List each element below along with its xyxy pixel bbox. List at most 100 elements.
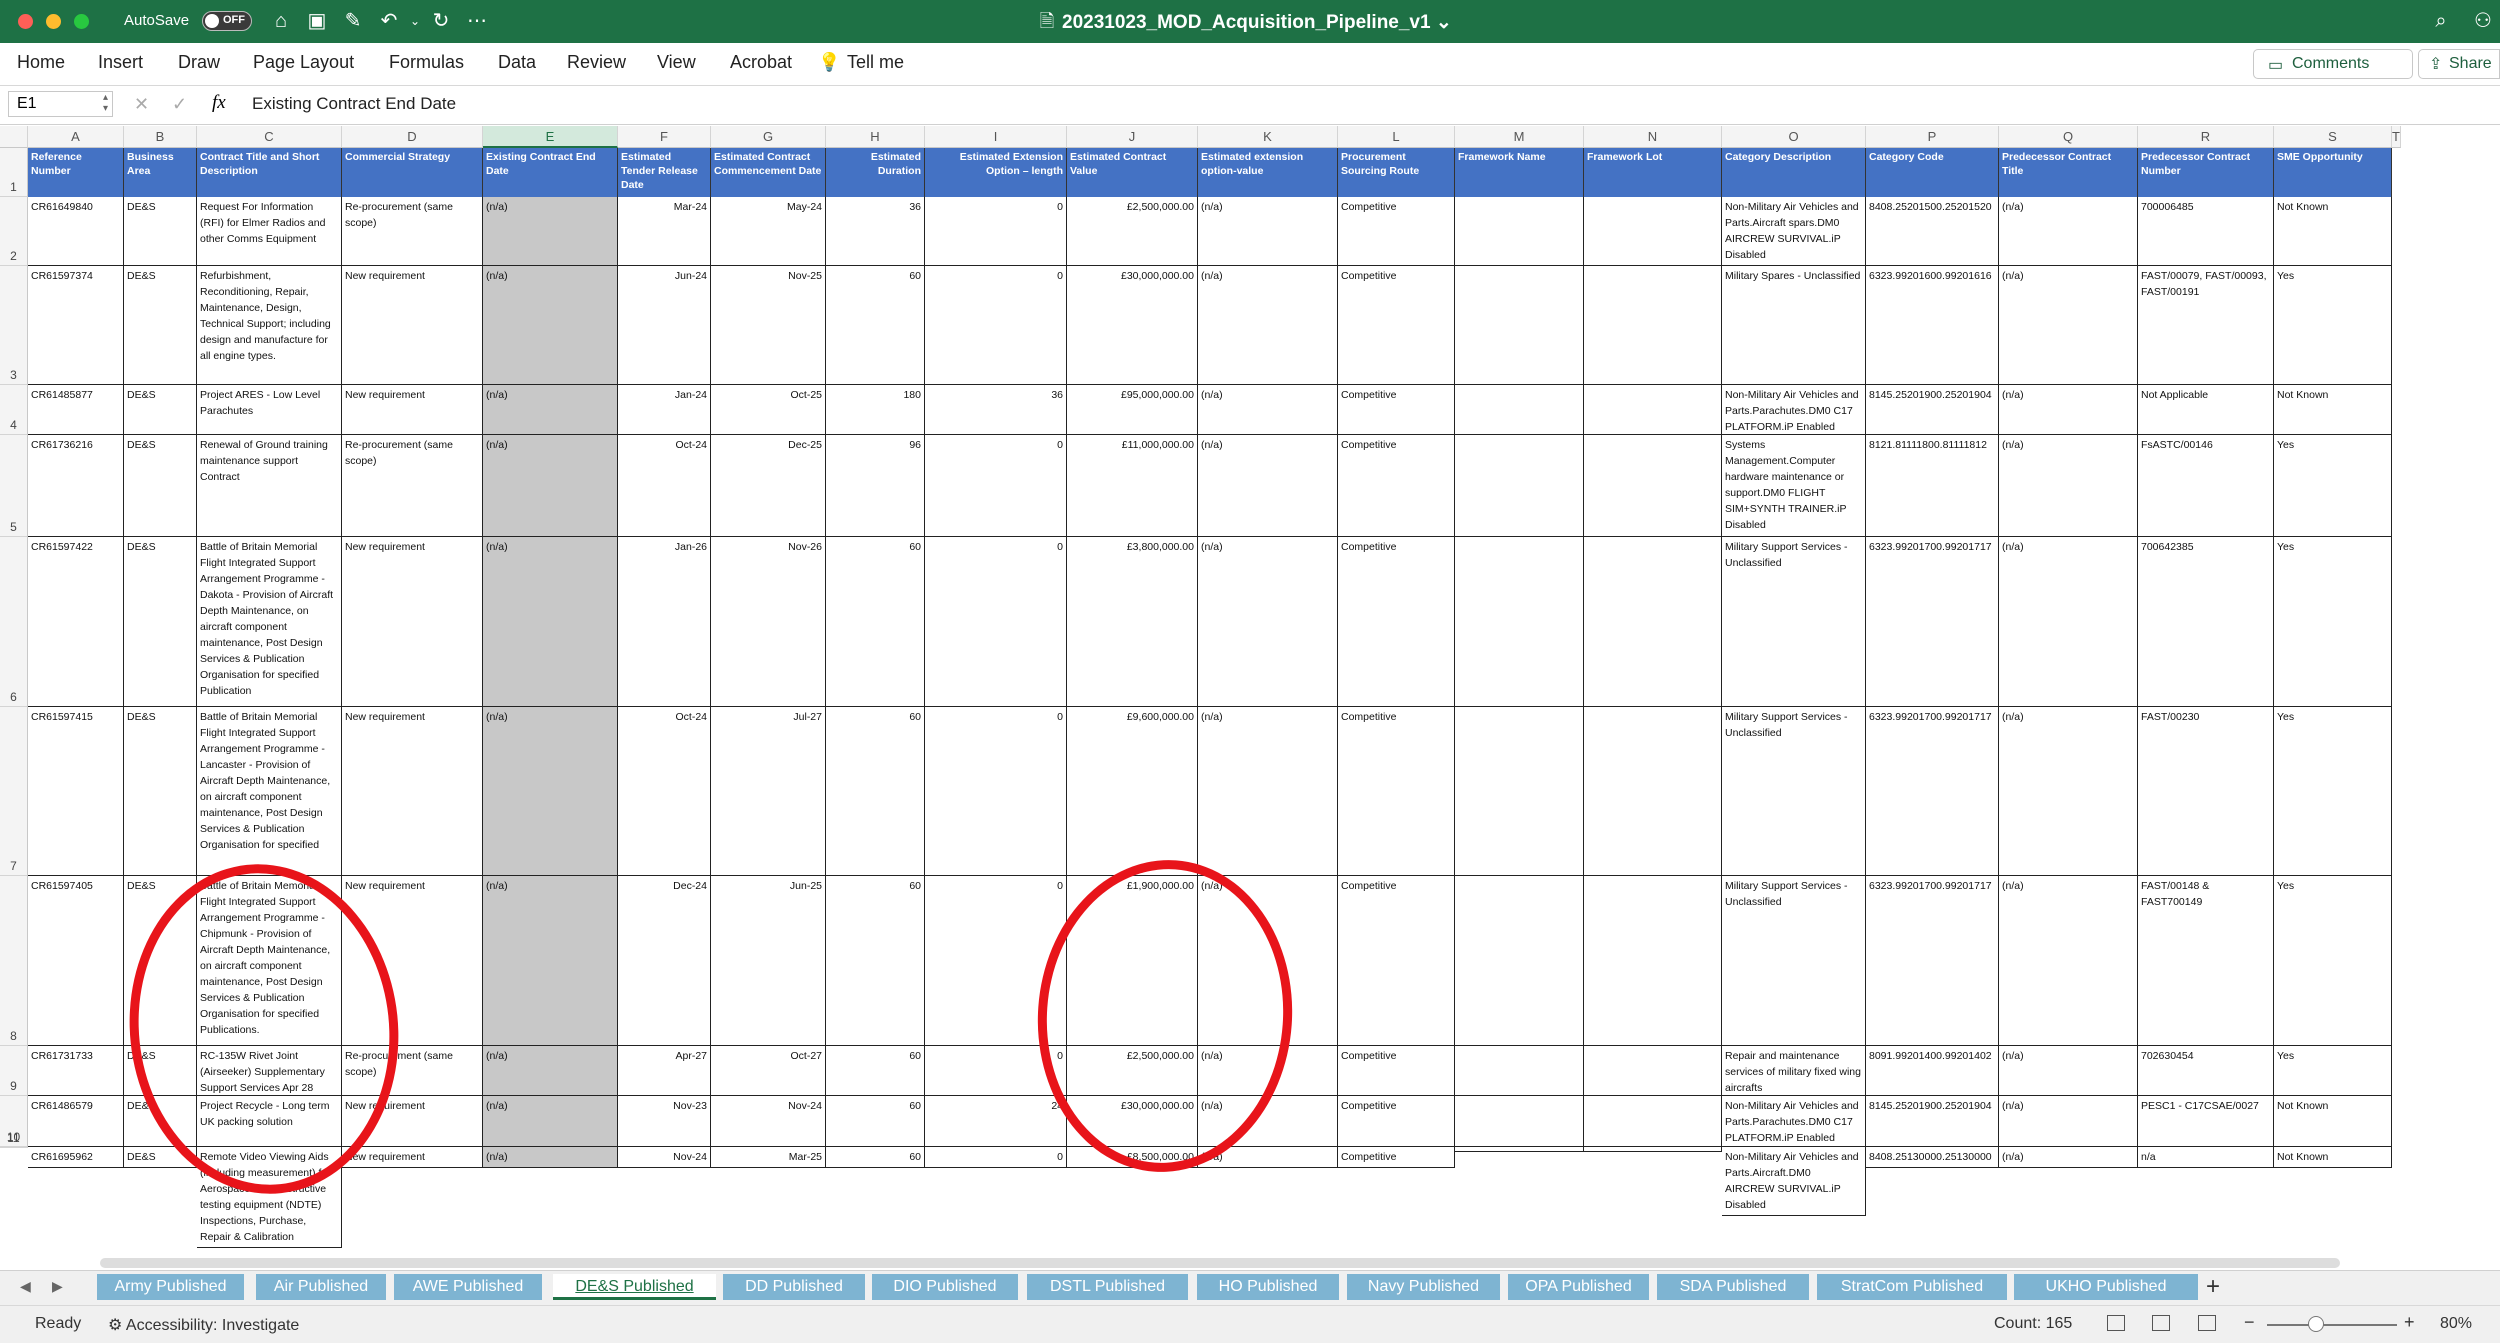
table-cell[interactable]: Yes — [2274, 266, 2392, 385]
table-cell[interactable] — [1455, 197, 1584, 266]
table-cell[interactable]: £1,900,000.00 — [1067, 876, 1198, 1046]
table-cell[interactable] — [1455, 537, 1584, 707]
table-cell[interactable]: 8091.99201400.99201402 — [1866, 1046, 1999, 1096]
row-header-11[interactable]: 11 — [0, 1131, 28, 1148]
table-cell[interactable]: 700006485 — [2138, 197, 2274, 266]
table-cell[interactable]: Competitive — [1338, 266, 1455, 385]
table-cell[interactable]: (n/a) — [1198, 707, 1338, 876]
table-cell[interactable]: Competitive — [1338, 1046, 1455, 1096]
zoom-in-button[interactable]: + — [2404, 1312, 2415, 1333]
header-cell[interactable]: Estimated extension option-value — [1198, 148, 1338, 197]
table-cell[interactable]: Not Known — [2274, 385, 2392, 435]
table-cell[interactable]: 6323.99201700.99201717 — [1866, 707, 1999, 876]
table-cell[interactable]: (n/a) — [1198, 1096, 1338, 1147]
table-cell[interactable]: Jan-24 — [618, 385, 711, 435]
table-cell[interactable] — [1455, 266, 1584, 385]
table-cell[interactable]: Military Support Services - Unclassified — [1722, 707, 1866, 876]
table-cell[interactable]: (n/a) — [483, 707, 618, 876]
comments-button[interactable]: ▭ Comments — [2253, 49, 2413, 79]
name-box-stepper-icon[interactable]: ▴ ▾ — [103, 92, 108, 114]
table-cell[interactable]: Dec-24 — [618, 876, 711, 1046]
table-cell[interactable]: New requirement — [342, 537, 483, 707]
header-cell[interactable]: Framework Lot — [1584, 148, 1722, 197]
spreadsheet-grid[interactable]: A B C D E F G H I J K L M N O P Q R S T 1 2 3 4 5 6 7 8 9 10 11 Referen… — [0, 126, 2500, 1256]
header-cell[interactable]: Commercial Strategy — [342, 148, 483, 197]
table-cell[interactable]: (n/a) — [1198, 266, 1338, 385]
table-cell[interactable]: New requirement — [342, 707, 483, 876]
minimize-window-button[interactable] — [46, 14, 61, 29]
table-cell[interactable]: Jul-27 — [711, 707, 826, 876]
table-cell[interactable]: 0 — [925, 1046, 1067, 1096]
table-cell[interactable] — [1455, 435, 1584, 537]
accessibility-status[interactable]: ⚙ Accessibility: Investigate — [108, 1315, 299, 1335]
table-cell[interactable] — [1584, 197, 1722, 266]
table-cell[interactable]: (n/a) — [1198, 435, 1338, 537]
redo-icon[interactable]: ↻ — [428, 8, 454, 34]
table-cell[interactable]: (n/a) — [1999, 197, 2138, 266]
table-cell[interactable]: (n/a) — [1198, 1147, 1338, 1168]
table-cell[interactable]: New requirement — [342, 385, 483, 435]
add-sheet-button[interactable]: + — [2206, 1273, 2220, 1301]
table-cell[interactable]: Not Known — [2274, 1147, 2392, 1168]
table-cell[interactable]: (n/a) — [1198, 197, 1338, 266]
table-cell[interactable]: New requirement — [342, 1096, 483, 1147]
table-cell[interactable]: £2,500,000.00 — [1067, 1046, 1198, 1096]
horizontal-scrollbar[interactable] — [100, 1258, 2340, 1268]
table-cell[interactable] — [1455, 1147, 1584, 1152]
table-cell[interactable] — [1455, 1096, 1584, 1147]
normal-view-icon[interactable] — [2107, 1315, 2125, 1331]
table-cell[interactable]: (n/a) — [1999, 876, 2138, 1046]
table-cell[interactable]: Battle of Britain Memorial Flight Integr… — [197, 707, 342, 876]
column-header-b[interactable]: B — [124, 126, 197, 148]
header-cell[interactable]: Contract Title and Short Description — [197, 148, 342, 197]
edit-icon[interactable]: ✎ — [340, 8, 366, 34]
formula-input[interactable]: Existing Contract End Date — [252, 94, 456, 114]
zoom-slider-handle[interactable] — [2308, 1316, 2324, 1332]
tab-insert[interactable]: Insert — [98, 52, 143, 73]
table-cell[interactable]: DE&S — [124, 876, 197, 1046]
cancel-icon[interactable]: ✕ — [134, 94, 149, 115]
table-cell[interactable]: 96 — [826, 435, 925, 537]
table-cell[interactable]: 6323.99201700.99201717 — [1866, 876, 1999, 1046]
table-cell[interactable]: Jun-24 — [618, 266, 711, 385]
header-cell[interactable]: Predecessor Contract Number — [2138, 148, 2274, 197]
search-icon[interactable]: ⌕ — [2428, 8, 2454, 34]
table-cell[interactable]: FAST/00079, FAST/00093, FAST/00191 — [2138, 266, 2274, 385]
tab-page-layout[interactable]: Page Layout — [253, 52, 354, 73]
column-header-h[interactable]: H — [826, 126, 925, 148]
sheet-tab-dio-published[interactable]: DIO Published — [872, 1274, 1018, 1300]
sheet-tab-opa-published[interactable]: OPA Published — [1508, 1274, 1649, 1300]
table-cell[interactable]: CR61597422 — [28, 537, 124, 707]
table-cell[interactable]: £8,500,000.00 — [1067, 1147, 1198, 1168]
tab-draw[interactable]: Draw — [178, 52, 220, 73]
table-cell[interactable]: 0 — [925, 1147, 1067, 1168]
zoom-out-button[interactable]: − — [2244, 1312, 2255, 1333]
table-cell[interactable] — [1584, 385, 1722, 435]
share-button[interactable]: ⇪ Share — [2418, 49, 2500, 79]
header-cell[interactable]: Existing Contract End Date — [483, 148, 618, 197]
table-cell[interactable] — [1455, 876, 1584, 1046]
more-icon[interactable]: ⋯ — [464, 8, 490, 34]
header-cell[interactable]: Estimated Extension Option – length — [925, 148, 1067, 197]
table-cell[interactable]: Competitive — [1338, 1096, 1455, 1147]
table-cell[interactable]: Yes — [2274, 537, 2392, 707]
table-cell[interactable]: Yes — [2274, 435, 2392, 537]
table-cell[interactable]: n/a — [2138, 1147, 2274, 1168]
column-header-i[interactable]: I — [925, 126, 1067, 148]
table-cell[interactable]: Non-Military Air Vehicles and Parts.Airc… — [1722, 1147, 1866, 1216]
table-cell[interactable]: DE&S — [124, 385, 197, 435]
header-cell[interactable]: Business Area — [124, 148, 197, 197]
table-cell[interactable]: Mar-25 — [711, 1147, 826, 1168]
table-cell[interactable]: Competitive — [1338, 1147, 1455, 1168]
table-cell[interactable]: (n/a) — [483, 266, 618, 385]
chevron-down-icon[interactable]: ⌄ — [402, 8, 428, 34]
column-header-t[interactable]: T — [2392, 126, 2401, 148]
row-header-5[interactable]: 5 — [0, 435, 28, 537]
table-cell[interactable]: CR61597415 — [28, 707, 124, 876]
table-cell[interactable]: FAST/00148 & FAST700149 — [2138, 876, 2274, 1046]
table-cell[interactable] — [1455, 385, 1584, 435]
sheet-tab-air-published[interactable]: Air Published — [256, 1274, 386, 1300]
next-sheet-icon[interactable]: ▶ — [52, 1278, 63, 1295]
table-cell[interactable]: Repair and maintenance services of milit… — [1722, 1046, 1866, 1096]
header-cell[interactable]: Predecessor Contract Title — [1999, 148, 2138, 197]
